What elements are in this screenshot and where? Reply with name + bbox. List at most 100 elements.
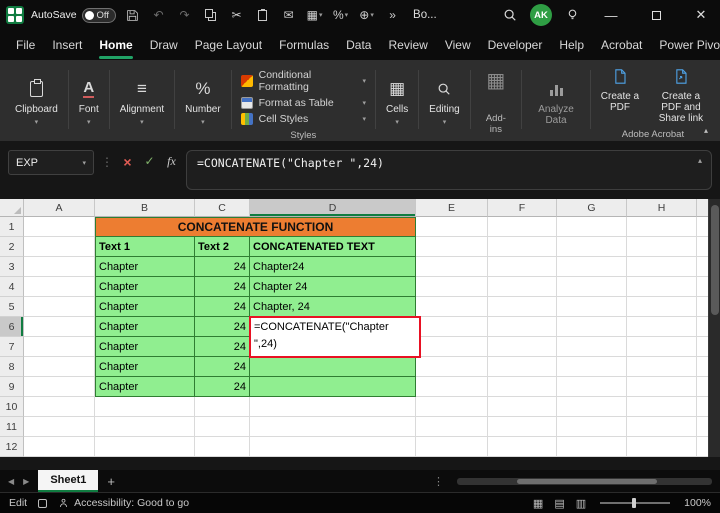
paste-button[interactable] (253, 4, 272, 26)
horizontal-scrollbar-thumb[interactable] (517, 478, 657, 484)
empty-cell[interactable] (24, 217, 95, 237)
empty-cell[interactable] (24, 377, 95, 397)
cell-D4[interactable]: Chapter 24 (250, 277, 416, 297)
empty-cell[interactable] (250, 397, 416, 417)
cell-D3[interactable]: Chapter24 (250, 257, 416, 277)
cell-C8[interactable]: 24 (195, 357, 250, 377)
empty-cell[interactable] (416, 397, 488, 417)
formula-input[interactable]: =CONCATENATE("Chapter ",24) ▴ (186, 150, 712, 190)
cell-B3[interactable]: Chapter (95, 257, 195, 277)
zoom-slider[interactable] (600, 498, 671, 508)
empty-cell[interactable] (416, 417, 488, 437)
row-header-10[interactable]: 10 (0, 397, 24, 417)
cell-C2[interactable]: Text 2 (195, 237, 250, 257)
borders-button[interactable]: ▦ ▾ (305, 4, 324, 26)
empty-cell[interactable] (95, 437, 195, 457)
number-group-button[interactable]: % Number ▾ (176, 62, 230, 141)
empty-cell[interactable] (195, 417, 250, 437)
column-header-G[interactable]: G (557, 199, 627, 217)
empty-cell[interactable] (416, 377, 488, 397)
empty-cell[interactable] (488, 437, 557, 457)
empty-cell[interactable] (24, 257, 95, 277)
empty-cell[interactable] (557, 277, 627, 297)
cut-button[interactable]: ✂ (227, 4, 246, 26)
insert-function-button[interactable]: fx (164, 154, 179, 169)
page-layout-view-button[interactable]: ▤ (554, 497, 564, 510)
cell-D5[interactable]: Chapter, 24 (250, 297, 416, 317)
empty-cell[interactable] (24, 317, 95, 337)
sheet-next-icon[interactable]: ▶ (23, 477, 29, 486)
page-break-view-button[interactable]: ▥ (576, 497, 586, 510)
conditional-formatting-button[interactable]: Conditional Formatting ▾ (239, 67, 368, 95)
empty-cell[interactable] (24, 337, 95, 357)
save-button[interactable] (123, 4, 142, 26)
column-header-H[interactable]: H (627, 199, 697, 217)
empty-cell[interactable] (250, 417, 416, 437)
empty-cell[interactable] (488, 377, 557, 397)
empty-cell[interactable] (557, 237, 627, 257)
sheet-prev-icon[interactable]: ◀ (8, 477, 14, 486)
row-header-12[interactable]: 12 (0, 437, 24, 457)
empty-cell[interactable] (488, 217, 557, 237)
menu-power-pivot[interactable]: Power Pivot (651, 31, 720, 60)
cell-C3[interactable]: 24 (195, 257, 250, 277)
empty-cell[interactable] (24, 237, 95, 257)
menu-formulas[interactable]: Formulas (271, 31, 337, 60)
active-cell-editor[interactable]: =CONCATENATE("Chapter ",24) (249, 316, 421, 358)
empty-cell[interactable] (95, 397, 195, 417)
cell-B9[interactable]: Chapter (95, 377, 195, 397)
cell-title-B1[interactable]: CONCATENATE FUNCTION (95, 217, 416, 237)
search-button[interactable] (497, 8, 523, 22)
vertical-scrollbar[interactable] (708, 199, 720, 457)
mail-button[interactable]: ✉ (279, 4, 298, 26)
collapse-ribbon-icon[interactable]: ▴ (704, 126, 708, 135)
menu-file[interactable]: File (8, 31, 43, 60)
row-header-11[interactable]: 11 (0, 417, 24, 437)
ideas-button[interactable] (559, 8, 585, 22)
column-header-C[interactable]: C (195, 199, 250, 217)
empty-cell[interactable] (627, 357, 697, 377)
menu-home[interactable]: Home (91, 31, 140, 60)
empty-cell[interactable] (627, 377, 697, 397)
empty-cell[interactable] (557, 437, 627, 457)
cells-group-button[interactable]: ▦ Cells ▾ (377, 62, 417, 141)
excel-logo-icon[interactable] (6, 6, 24, 24)
empty-cell[interactable] (24, 397, 95, 417)
empty-cell[interactable] (488, 397, 557, 417)
menu-review[interactable]: Review (380, 31, 435, 60)
empty-cell[interactable] (24, 277, 95, 297)
empty-cell[interactable] (416, 337, 488, 357)
cell-C9[interactable]: 24 (195, 377, 250, 397)
cell-C6[interactable]: 24 (195, 317, 250, 337)
empty-cell[interactable] (557, 417, 627, 437)
name-box[interactable]: EXP ▾ (8, 150, 94, 175)
column-header-D[interactable]: D (250, 199, 416, 217)
menu-acrobat[interactable]: Acrobat (593, 31, 650, 60)
empty-cell[interactable] (557, 317, 627, 337)
add-ins-group[interactable]: ▦ Add-ins (472, 62, 520, 141)
row-header-1[interactable]: 1 (0, 217, 24, 237)
empty-cell[interactable] (488, 237, 557, 257)
cell-B2[interactable]: Text 1 (95, 237, 195, 257)
empty-cell[interactable] (488, 317, 557, 337)
empty-cell[interactable] (627, 437, 697, 457)
row-header-9[interactable]: 9 (0, 377, 24, 397)
empty-cell[interactable] (416, 357, 488, 377)
cell-D9[interactable] (250, 377, 416, 397)
empty-cell[interactable] (195, 397, 250, 417)
menu-view[interactable]: View (437, 31, 479, 60)
empty-cell[interactable] (557, 337, 627, 357)
empty-cell[interactable] (488, 297, 557, 317)
select-all-button[interactable] (0, 199, 24, 217)
empty-cell[interactable] (416, 217, 488, 237)
editing-group-button[interactable]: Editing ▾ (420, 62, 469, 141)
enter-button[interactable]: ✓ (142, 154, 157, 168)
scrollbar-splitter-icon[interactable]: ⋮ (433, 475, 444, 488)
empty-cell[interactable] (24, 297, 95, 317)
create-pdf-button[interactable]: Create a PDF (592, 62, 648, 115)
normal-view-button[interactable]: ▦ (533, 497, 543, 510)
font-group-button[interactable]: A Font ▾ (70, 62, 108, 141)
alignment-group-button[interactable]: ≡ Alignment ▾ (111, 62, 173, 141)
empty-cell[interactable] (24, 437, 95, 457)
empty-cell[interactable] (557, 297, 627, 317)
